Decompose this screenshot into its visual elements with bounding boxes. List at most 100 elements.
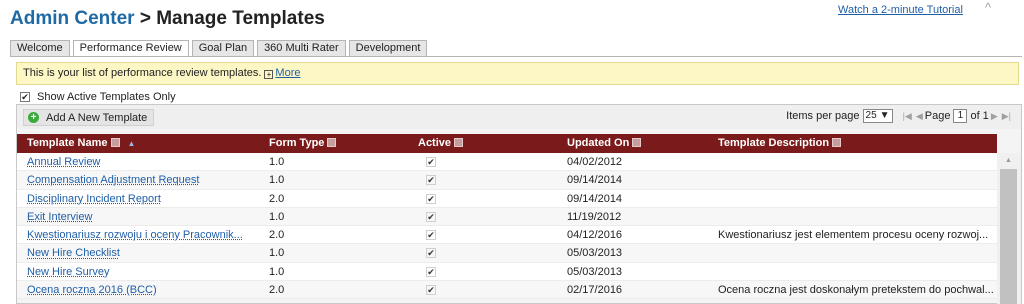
show-active-label: Show Active Templates Only xyxy=(37,91,176,103)
active-cell: ✔ xyxy=(418,208,567,225)
description-cell: Ocena roczna jest doskonałym pretekstem … xyxy=(718,284,994,297)
page-title: Admin Center > Manage Templates xyxy=(10,8,325,30)
tutorial-link[interactable]: Watch a 2-minute Tutorial xyxy=(838,4,963,16)
help-icon[interactable] xyxy=(632,138,642,147)
tab-performance-review[interactable]: Performance Review xyxy=(72,40,189,57)
template-name-cell: Kwestionariusz rozwoju i oceny Pracownik… xyxy=(17,226,269,243)
table-header: Template Name ▲ Form Type Active Updated … xyxy=(17,134,997,153)
template-name-link[interactable]: Annual Review xyxy=(27,156,100,168)
col-updated-on-label: Updated On xyxy=(567,137,630,149)
table-row: Disciplinary Incident Report 2.0 ✔ 09/14/20… xyxy=(17,189,997,208)
vertical-scrollbar[interactable]: ▲ xyxy=(997,153,1021,304)
form-type-cell: 1.0 xyxy=(269,247,285,260)
add-template-label: Add A New Template xyxy=(46,111,148,124)
col-template-description-label: Template Description xyxy=(718,137,830,149)
templates-panel: + Add A New Template Items per page 25 ▼ … xyxy=(16,104,1022,304)
help-icon[interactable] xyxy=(327,138,337,147)
form-type-cell: 2.0 xyxy=(269,229,285,242)
active-cell: ✔ xyxy=(418,190,567,207)
info-bar: This is your list of performance review … xyxy=(16,62,1019,85)
table-row: Kwestionariusz rozwoju i oceny Pracownik… xyxy=(17,226,997,245)
tab-goal-plan[interactable]: Goal Plan xyxy=(191,40,255,56)
active-checkbox: ✔ xyxy=(426,248,436,259)
form-type-cell: 1.0 xyxy=(269,265,285,278)
scrollbar-thumb[interactable] xyxy=(1000,169,1017,304)
description-cell: Kwestionariusz jest elementem procesu oc… xyxy=(718,229,989,242)
form-type-cell: 2.0 xyxy=(269,284,285,297)
help-icon[interactable] xyxy=(454,138,464,147)
col-updated-on[interactable]: Updated On xyxy=(567,134,718,153)
tab-welcome[interactable]: Welcome xyxy=(10,40,70,56)
items-per-page-label: Items per page xyxy=(786,110,860,122)
updated-on-cell: 04/12/2016 xyxy=(567,229,623,242)
prev-page-icon[interactable]: ◀ xyxy=(916,111,923,122)
col-active[interactable]: Active xyxy=(418,134,567,153)
active-cell: ✔ xyxy=(418,226,567,243)
first-page-icon[interactable]: |◀ xyxy=(903,111,912,122)
col-template-name[interactable]: Template Name ▲ xyxy=(17,134,269,153)
template-name-cell: Ocena roczna 2016 (BCC) xyxy=(17,281,269,298)
scroll-up-icon[interactable]: ▲ xyxy=(1005,157,1012,164)
updated-on-cell: 11/19/2012 xyxy=(567,210,622,223)
tab-360-multi-rater[interactable]: 360 Multi Rater xyxy=(257,40,346,56)
template-name-cell: Annual Review xyxy=(17,153,269,170)
more-link[interactable]: More xyxy=(275,67,300,79)
expand-icon[interactable]: + xyxy=(264,70,274,79)
template-name-link[interactable]: Exit Interview xyxy=(27,211,92,223)
col-template-description[interactable]: Template Description xyxy=(718,134,997,153)
info-text: This is your list of performance review … xyxy=(23,67,262,79)
items-per-page-value: 25 xyxy=(865,110,877,121)
pagination: Items per page 25 ▼ |◀ ◀ Page 1 of 1 ▶ ▶| xyxy=(786,109,1013,123)
templates-table: Template Name ▲ Form Type Active Updated … xyxy=(17,134,997,300)
active-checkbox: ✔ xyxy=(426,157,436,167)
tab-development[interactable]: Development xyxy=(348,40,428,56)
title-separator: > xyxy=(134,8,157,29)
template-name-cell: Exit Interview xyxy=(17,208,269,225)
description-cell xyxy=(718,244,997,261)
tab-bar: Welcome Performance Review Goal Plan 360… xyxy=(10,40,430,57)
next-page-icon[interactable]: ▶ xyxy=(991,111,998,122)
table-row: Annual Review 1.0 ✔ 04/02/2012 xyxy=(17,153,997,172)
active-checkbox: ✔ xyxy=(426,175,436,186)
form-type-cell: 2.0 xyxy=(269,192,285,205)
help-icon[interactable] xyxy=(110,138,120,147)
active-checkbox: ✔ xyxy=(426,193,436,204)
add-template-button[interactable]: + Add A New Template xyxy=(23,109,155,126)
show-active-checkbox[interactable]: ✔ xyxy=(20,92,30,102)
last-page-icon[interactable]: ▶| xyxy=(1002,111,1011,122)
table-row: Exit Interview 1.0 ✔ 11/19/2012 xyxy=(17,207,997,227)
col-active-label: Active xyxy=(418,137,452,149)
page-label: Page xyxy=(924,110,951,122)
active-cell: ✔ xyxy=(418,244,567,261)
template-name-link[interactable]: Disciplinary Incident Report xyxy=(27,193,161,205)
template-name-link[interactable]: New Hire Survey xyxy=(27,266,110,278)
template-name-cell: New Hire Survey xyxy=(17,263,269,280)
form-type-cell: 1.0 xyxy=(269,174,285,187)
template-name-link[interactable]: New Hire Checklist xyxy=(27,247,120,259)
collapse-icon[interactable]: ^ xyxy=(985,0,991,15)
updated-on-cell: 05/03/2013 xyxy=(567,265,623,278)
updated-on-cell: 05/03/2013 xyxy=(567,247,623,260)
template-name-link[interactable]: Compensation Adjustment Request xyxy=(27,174,199,186)
template-name-cell: Disciplinary Incident Report xyxy=(17,190,269,207)
table-row: Compensation Adjustment Request 1.0 ✔ 09/14… xyxy=(17,171,997,190)
template-name-cell: Compensation Adjustment Request xyxy=(17,171,269,188)
items-per-page-select[interactable]: 25 ▼ xyxy=(862,109,893,123)
page-number-input[interactable]: 1 xyxy=(953,109,968,123)
admin-center-link[interactable]: Admin Center xyxy=(10,8,135,29)
updated-on-cell: 02/17/2016 xyxy=(567,284,623,297)
col-form-type-label: Form Type xyxy=(269,137,325,149)
show-active-filter[interactable]: ✔ Show Active Templates Only xyxy=(20,91,176,103)
sort-asc-icon[interactable]: ▲ xyxy=(128,139,136,148)
active-checkbox: ✔ xyxy=(426,266,436,277)
template-name-link[interactable]: Ocena roczna 2016 (BCC) xyxy=(27,284,157,296)
template-name-link[interactable]: Kwestionariusz rozwoju i oceny Pracownik… xyxy=(27,229,243,241)
active-cell: ✔ xyxy=(418,263,567,280)
help-icon[interactable] xyxy=(832,138,842,147)
updated-on-cell: 09/14/2014 xyxy=(567,192,623,205)
tab-divider xyxy=(10,56,1022,57)
col-form-type[interactable]: Form Type xyxy=(269,134,418,153)
active-checkbox: ✔ xyxy=(426,230,436,241)
form-type-cell: 1.0 xyxy=(269,156,285,168)
page-count: of 1 xyxy=(970,110,989,122)
